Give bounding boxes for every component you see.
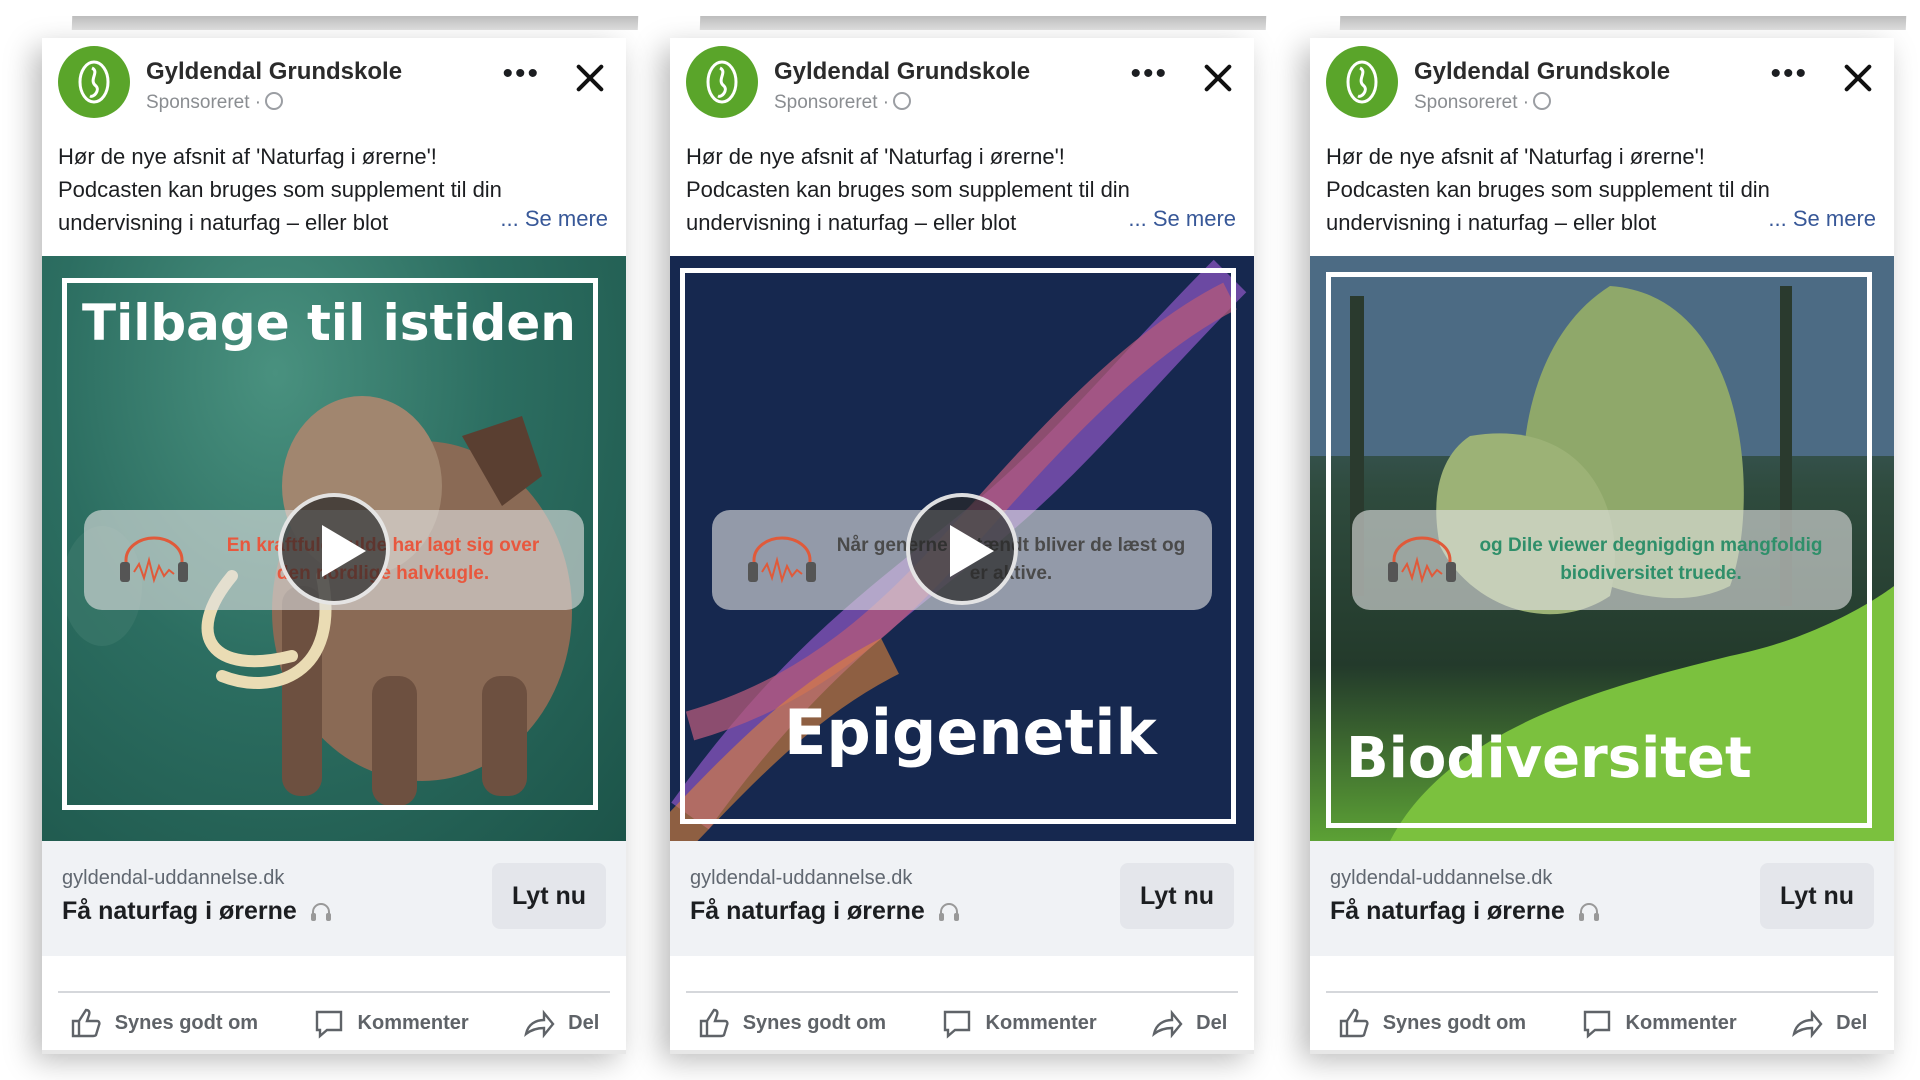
link-domain: gyldendal-uddannelse.dk xyxy=(62,867,285,889)
more-options-button[interactable]: ••• xyxy=(1770,59,1808,89)
link-headline: Få naturfag i ørerne xyxy=(1330,897,1600,926)
like-button[interactable]: Synes godt om xyxy=(1337,1006,1526,1040)
comment-label: Kommenter xyxy=(357,1011,469,1034)
share-icon xyxy=(524,1009,555,1039)
sponsored-label: Sponsoreret · xyxy=(1414,92,1552,114)
globe-icon xyxy=(1533,92,1552,110)
sponsored-label: Sponsoreret · xyxy=(774,92,912,114)
page-name[interactable]: Gyldendal Grundskole xyxy=(774,58,1030,86)
gyldendal-logo-icon xyxy=(706,60,738,104)
ad-card-1: Gyldendal Grundskole Sponsoreret · ••• H… xyxy=(42,38,626,1050)
avatar[interactable] xyxy=(58,46,130,118)
post-text-line: Hør de nye afsnit af 'Naturfag i ørerne'… xyxy=(1326,144,1705,169)
link-preview[interactable]: gyldendal-uddannelse.dk Få naturfag i ør… xyxy=(670,841,1254,956)
thumbs-up-icon xyxy=(1339,1008,1369,1038)
avatar[interactable] xyxy=(1326,46,1398,118)
ad-card-2: Gyldendal Grundskole Sponsoreret · ••• H… xyxy=(670,38,1254,1050)
link-preview[interactable]: gyldendal-uddannelse.dk Få naturfag i ør… xyxy=(42,841,626,956)
more-options-button[interactable]: ••• xyxy=(502,59,540,89)
headphones-icon xyxy=(1388,536,1456,584)
post-text-line: Podcasten kan bruges som supplement til … xyxy=(1326,177,1770,202)
post-text-line: Podcasten kan bruges som supplement til … xyxy=(686,177,1130,202)
headphones-icon xyxy=(748,536,816,584)
link-headline: Få naturfag i ørerne xyxy=(62,897,332,926)
headphones-icon xyxy=(310,903,331,921)
share-icon xyxy=(1152,1009,1183,1039)
divider xyxy=(58,991,610,993)
play-button[interactable] xyxy=(278,492,390,605)
link-domain: gyldendal-uddannelse.dk xyxy=(1330,867,1553,889)
comment-button[interactable]: Kommenter xyxy=(940,1006,1097,1040)
play-button[interactable] xyxy=(906,492,1018,605)
page-name[interactable]: Gyldendal Grundskole xyxy=(1414,58,1670,86)
gyldendal-logo-icon xyxy=(1346,60,1378,104)
comment-icon xyxy=(943,1010,970,1039)
divider xyxy=(686,991,1238,993)
post-header: Gyldendal Grundskole Sponsoreret · ••• H… xyxy=(670,38,1254,248)
creative-headline: Biodiversitet xyxy=(1346,726,1752,791)
like-button[interactable]: Synes godt om xyxy=(697,1006,886,1040)
like-label: Synes godt om xyxy=(742,1011,887,1034)
ad-creative[interactable]: Biodiversitet og Dile viewer degnigdign … xyxy=(1310,256,1894,841)
listen-now-button[interactable]: Lyt nu xyxy=(492,863,606,929)
avatar[interactable] xyxy=(686,46,758,118)
comment-icon xyxy=(1583,1010,1610,1039)
like-button[interactable]: Synes godt om xyxy=(69,1006,258,1040)
like-label: Synes godt om xyxy=(114,1011,259,1034)
comment-label: Kommenter xyxy=(985,1011,1097,1034)
action-bar: Synes godt om Kommenter Del xyxy=(42,996,626,1050)
post-text-line: Hør de nye afsnit af 'Naturfag i ørerne'… xyxy=(686,144,1065,169)
link-headline: Få naturfag i ørerne xyxy=(690,897,960,926)
ad-creative[interactable]: Tilbage til istiden En kraftfuld kulde h… xyxy=(42,256,626,841)
creative-headline: Tilbage til istiden xyxy=(82,294,576,352)
close-button[interactable] xyxy=(1198,58,1238,98)
like-label: Synes godt om xyxy=(1382,1011,1527,1034)
close-button[interactable] xyxy=(1838,58,1878,98)
share-button[interactable]: Del xyxy=(1790,1006,1867,1040)
listen-now-button[interactable]: Lyt nu xyxy=(1760,863,1874,929)
see-more-link[interactable]: ... Se mere xyxy=(1768,206,1876,232)
sponsored-label: Sponsoreret · xyxy=(146,92,284,114)
post-text-line: Podcasten kan bruges som supplement til … xyxy=(58,177,502,202)
comment-button[interactable]: Kommenter xyxy=(1580,1006,1737,1040)
comment-icon xyxy=(315,1010,342,1039)
listen-now-button[interactable]: Lyt nu xyxy=(1120,863,1234,929)
link-preview[interactable]: gyldendal-uddannelse.dk Få naturfag i ør… xyxy=(1310,841,1894,956)
close-button[interactable] xyxy=(570,58,610,98)
page-name[interactable]: Gyldendal Grundskole xyxy=(146,58,402,86)
headphones-icon xyxy=(120,536,188,584)
share-label: Del xyxy=(1836,1011,1868,1034)
share-label: Del xyxy=(568,1011,600,1034)
comment-button[interactable]: Kommenter xyxy=(312,1006,469,1040)
share-label: Del xyxy=(1196,1011,1228,1034)
share-icon xyxy=(1792,1009,1823,1039)
audio-caption: og Dile viewer degnigdign mangfoldig bio… xyxy=(1479,535,1823,584)
globe-icon xyxy=(265,92,284,110)
globe-icon xyxy=(893,92,912,110)
gyldendal-logo-icon xyxy=(78,60,110,104)
creative-headline: Epigenetik xyxy=(784,696,1157,769)
link-domain: gyldendal-uddannelse.dk xyxy=(690,867,913,889)
thumbs-up-icon xyxy=(699,1008,729,1038)
see-more-link[interactable]: ... Se mere xyxy=(500,206,608,232)
share-button[interactable]: Del xyxy=(522,1006,599,1040)
post-header: Gyldendal Grundskole Sponsoreret · ••• H… xyxy=(1310,38,1894,248)
share-button[interactable]: Del xyxy=(1150,1006,1227,1040)
headphones-icon xyxy=(1578,903,1599,921)
post-text-line: Hør de nye afsnit af 'Naturfag i ørerne'… xyxy=(58,144,437,169)
action-bar: Synes godt om Kommenter Del xyxy=(670,996,1254,1050)
post-header: Gyldendal Grundskole Sponsoreret · ••• H… xyxy=(42,38,626,248)
ad-card-3: Gyldendal Grundskole Sponsoreret · ••• H… xyxy=(1310,38,1894,1050)
more-options-button[interactable]: ••• xyxy=(1130,59,1168,89)
headphones-icon xyxy=(938,903,959,921)
audio-teaser: og Dile viewer degnigdign mangfoldig bio… xyxy=(1352,510,1852,610)
see-more-link[interactable]: ... Se mere xyxy=(1128,206,1236,232)
comment-label: Kommenter xyxy=(1625,1011,1737,1034)
ad-creative[interactable]: Epigenetik Når generne er tændt bliver d… xyxy=(670,256,1254,841)
action-bar: Synes godt om Kommenter Del xyxy=(1310,996,1894,1050)
divider xyxy=(1326,991,1878,993)
thumbs-up-icon xyxy=(71,1008,101,1038)
